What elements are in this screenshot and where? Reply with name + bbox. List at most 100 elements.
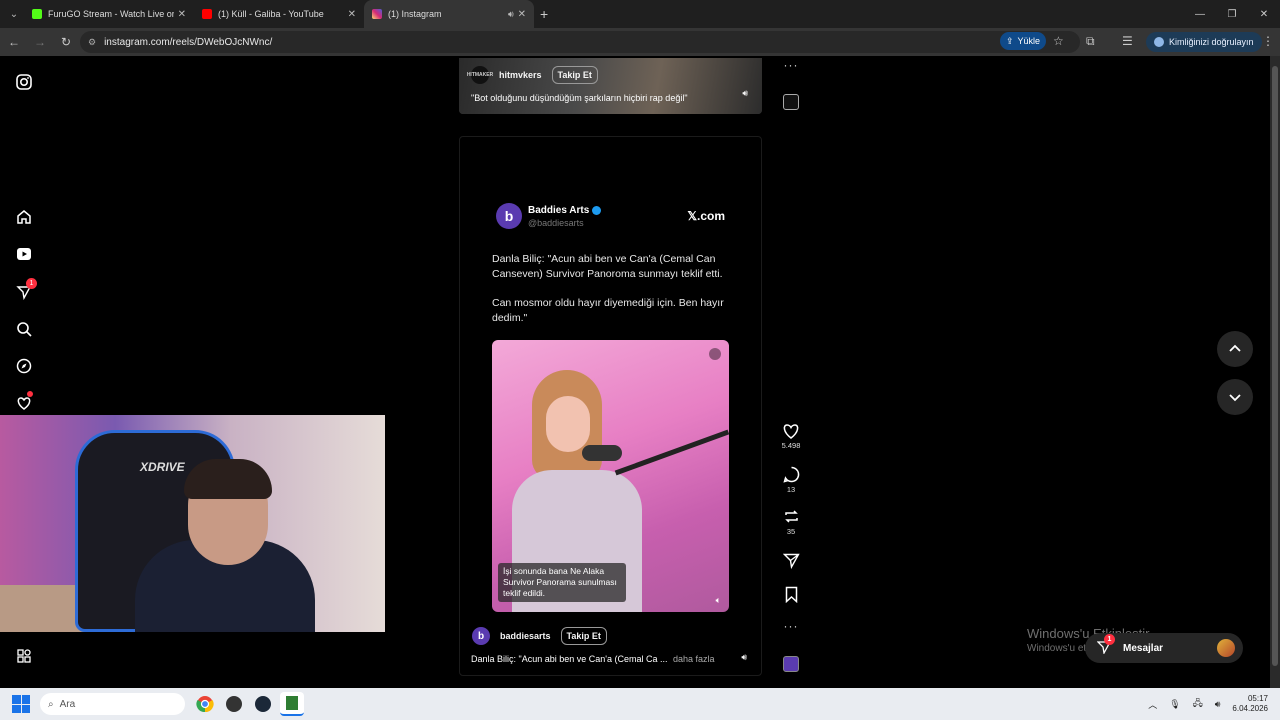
upload-button[interactable]: ⇪ Yükle [1000, 32, 1047, 50]
comment-count: 13 [786, 485, 796, 494]
tweet-header: b Baddies Arts @baddiesarts [496, 203, 602, 229]
previous-reel-button[interactable] [1217, 331, 1253, 367]
address-bar[interactable]: ⚙ instagram.com/reels/DWebOJcNWnc/ [80, 31, 1080, 53]
video-mute-icon[interactable]: 🔈︎ [716, 595, 721, 606]
taskbar-search[interactable]: ⌕ Ara [40, 693, 185, 715]
reels-icon[interactable] [14, 244, 34, 264]
next-reel-button[interactable] [1217, 379, 1253, 415]
microphone-icon[interactable]: 🎙︎ [1169, 699, 1180, 710]
back-button[interactable]: ← [2, 30, 26, 54]
network-icon[interactable]: 🖧 [1193, 696, 1203, 712]
reel-video[interactable]: İşi sonunda bana Ne Alaka Survivor Panor… [492, 340, 729, 612]
more-apps-icon[interactable] [14, 646, 34, 666]
heart-icon [783, 424, 799, 439]
tab-audio-icon[interactable]: 🔊︎ [508, 9, 514, 20]
browser-toolbar: ← → ↻ ⚙ instagram.com/reels/DWebOJcNWnc/… [0, 28, 1280, 56]
explore-compass-icon[interactable] [14, 356, 34, 376]
windows-start-icon[interactable] [12, 695, 30, 713]
profile-icon [1154, 37, 1164, 47]
volume-icon[interactable]: 🔊︎ [742, 88, 748, 99]
clock-date: 6.04.2026 [1232, 704, 1268, 713]
like-count: 5.498 [781, 441, 801, 450]
tab-search-button[interactable]: ⌄ [4, 4, 24, 24]
extensions-icon[interactable]: ⧉ [1086, 34, 1095, 49]
url-text: instagram.com/reels/DWebOJcNWnc/ [104, 36, 273, 48]
active-app-icon[interactable] [280, 692, 304, 716]
instagram-page: 1 HITMAKER hitmvkers Takip Et "Bot olduğ… [0, 56, 1270, 688]
reel-author-row: b baddiesarts Takip Et [472, 627, 607, 645]
search-icon: ⌕ [48, 698, 54, 710]
tab-close-icon[interactable]: ✕ [518, 9, 526, 20]
new-tab-button[interactable]: + [540, 6, 548, 22]
reading-list-icon[interactable]: ☰ [1122, 34, 1133, 48]
tweet-name-text: Baddies Arts [528, 204, 590, 216]
forward-button[interactable]: → [28, 30, 52, 54]
tab-bar: ⌄ FuruGO Stream - Watch Live or ✕ (1) Kü… [0, 0, 1280, 28]
tray-overflow-icon[interactable]: ︿ [1148, 698, 1157, 711]
repost-button[interactable]: 35 [780, 508, 802, 536]
follow-button[interactable]: Takip Et [551, 66, 598, 84]
more-options-button[interactable]: ··· [780, 619, 802, 633]
more-dots-icon: ··· [783, 619, 799, 633]
previous-reel-more-button[interactable]: ··· [780, 58, 802, 72]
verify-identity-button[interactable]: Kimliğinizi doğrulayın [1146, 32, 1262, 52]
instagram-favicon-icon [372, 9, 382, 19]
current-reel[interactable]: b Baddies Arts @baddiesarts 𝕏.com Danla … [459, 136, 762, 676]
bookmark-star-icon[interactable]: ☆ [1053, 34, 1064, 48]
scrollbar-thumb[interactable] [1272, 66, 1278, 666]
tab-close-icon[interactable]: ✕ [178, 9, 186, 20]
previous-audio-button[interactable] [780, 94, 802, 110]
messages-icon[interactable]: 1 [14, 278, 37, 302]
tab-instagram[interactable]: (1) Instagram 🔊︎ ✕ [364, 0, 534, 28]
previous-reel[interactable]: HITMAKER hitmvkers Takip Et "Bot olduğun… [459, 58, 762, 114]
instagram-logo-icon[interactable] [14, 72, 34, 92]
volume-icon[interactable]: 🔊︎ [741, 652, 747, 663]
reload-button[interactable]: ↻ [54, 30, 78, 54]
clock[interactable]: 05:17 6.04.2026 [1232, 694, 1268, 714]
author-avatar[interactable]: HITMAKER [467, 66, 493, 84]
chrome-app-icon[interactable] [193, 692, 217, 716]
video-face [546, 396, 590, 452]
site-info-icon[interactable]: ⚙ [88, 37, 96, 48]
youtube-favicon-icon [202, 9, 212, 19]
steam-app-icon[interactable] [251, 692, 275, 716]
close-window-button[interactable]: ✕ [1248, 0, 1280, 28]
reel-caption[interactable]: "Bot olduğunu düşündüğüm şarkıların hiçb… [471, 93, 688, 103]
comment-button[interactable]: 13 [780, 466, 802, 494]
page-scrollbar[interactable] [1270, 56, 1280, 688]
restore-button[interactable]: ❐ [1216, 0, 1248, 28]
app-icon[interactable] [222, 692, 246, 716]
audio-button[interactable] [780, 656, 802, 672]
chevron-up-icon [1229, 344, 1241, 352]
tab-youtube[interactable]: (1) Küll - Galiba - YouTube ✕ [194, 0, 364, 28]
search-placeholder: Ara [59, 698, 76, 710]
home-icon[interactable] [14, 207, 34, 227]
windows-taskbar: ⌕ Ara ︿ 🎙︎ 🖧 🔊︎ 05:17 6.04.2026 [0, 688, 1280, 720]
notifications-heart-icon[interactable] [14, 391, 34, 413]
volume-icon[interactable]: 🔊︎ [1215, 699, 1221, 710]
caption-text[interactable]: Danla Biliç: "Acun abi ben ve Can'a (Cem… [471, 654, 668, 664]
more-dots-icon: ··· [783, 58, 799, 72]
verify-label: Kimliğinizi doğrulayın [1169, 37, 1254, 47]
author-avatar[interactable]: b [472, 627, 490, 645]
tweet-avatar: b [496, 203, 522, 229]
author-username[interactable]: hitmvkers [499, 70, 542, 80]
audio-thumbnail [783, 94, 799, 110]
kick-favicon-icon [32, 9, 42, 19]
x-com-logo: 𝕏.com [687, 209, 725, 223]
tab-title: (1) Instagram [388, 9, 442, 19]
save-button[interactable] [780, 586, 802, 603]
follow-button[interactable]: Takip Et [560, 627, 607, 645]
tab-furugo[interactable]: FuruGO Stream - Watch Live or ✕ [24, 0, 194, 28]
tab-close-icon[interactable]: ✕ [348, 9, 356, 20]
menu-kebab-icon[interactable]: ⋮ [1262, 34, 1274, 48]
like-button[interactable]: 5.498 [780, 423, 802, 450]
minimize-button[interactable]: — [1184, 0, 1216, 28]
messages-button[interactable]: 1 Mesajlar [1085, 633, 1243, 663]
search-icon[interactable] [14, 319, 34, 339]
more-link[interactable]: daha fazla [673, 654, 715, 664]
tweet-paragraph-1: Danla Biliç: "Acun abi ben ve Can'a (Cem… [492, 253, 723, 280]
share-button[interactable] [780, 552, 802, 569]
notification-badge: 1 [26, 278, 37, 289]
author-username[interactable]: baddiesarts [500, 631, 551, 641]
